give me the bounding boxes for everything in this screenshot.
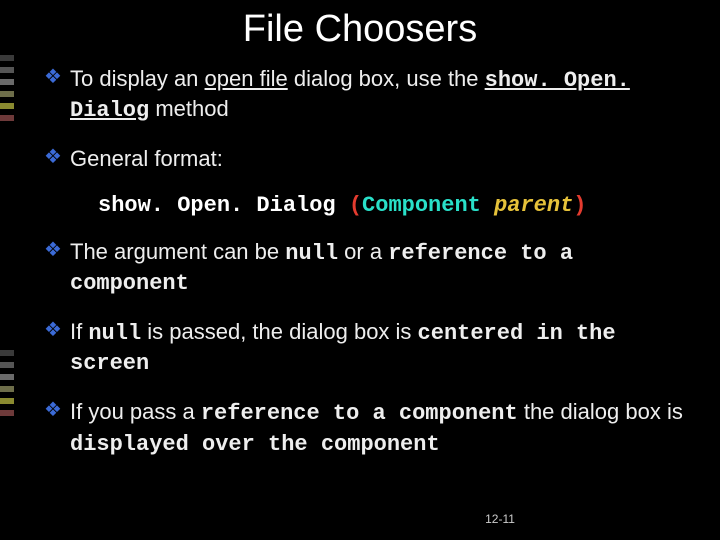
slide: File Choosers To display an open file di… xyxy=(0,0,720,540)
text: is passed, the dialog box is xyxy=(141,319,417,344)
code-param: parent xyxy=(494,193,573,218)
text: If you pass a xyxy=(70,399,201,424)
deco-stripes-bottom xyxy=(0,350,14,422)
page-number: 12-11 xyxy=(0,512,720,526)
text: To display an xyxy=(70,66,205,91)
text: dialog box, use the xyxy=(288,66,485,91)
bullet-1: To display an open file dialog box, use … xyxy=(44,65,690,125)
bullet-5: If you pass a reference to a component t… xyxy=(44,398,690,458)
slide-title: File Choosers xyxy=(30,8,690,51)
code-type: Component xyxy=(362,193,494,218)
bullet-list-2: The argument can be null or a reference … xyxy=(30,238,690,459)
text: The argument can be xyxy=(70,239,285,264)
text: or a xyxy=(338,239,388,264)
code-text: reference to a component xyxy=(201,401,518,426)
code-paren: ( xyxy=(349,193,362,218)
bullet-3: The argument can be null or a reference … xyxy=(44,238,690,298)
text: the dialog box is xyxy=(518,399,683,424)
bullet-2: General format: xyxy=(44,145,690,173)
deco-stripes-top xyxy=(0,55,14,127)
code-paren: ) xyxy=(573,193,586,218)
code-method: show. Open. Dialog xyxy=(98,193,349,218)
text: If xyxy=(70,319,88,344)
code-text: displayed over the component xyxy=(70,432,440,457)
code-text: null xyxy=(285,241,338,266)
underline-text: open file xyxy=(205,66,288,91)
text: General format: xyxy=(70,146,223,171)
text: method xyxy=(149,96,229,121)
bullet-4: If null is passed, the dialog box is cen… xyxy=(44,318,690,378)
code-text: null xyxy=(88,321,141,346)
bullet-list: To display an open file dialog box, use … xyxy=(30,65,690,173)
code-line: show. Open. Dialog (Component parent) xyxy=(98,193,690,219)
